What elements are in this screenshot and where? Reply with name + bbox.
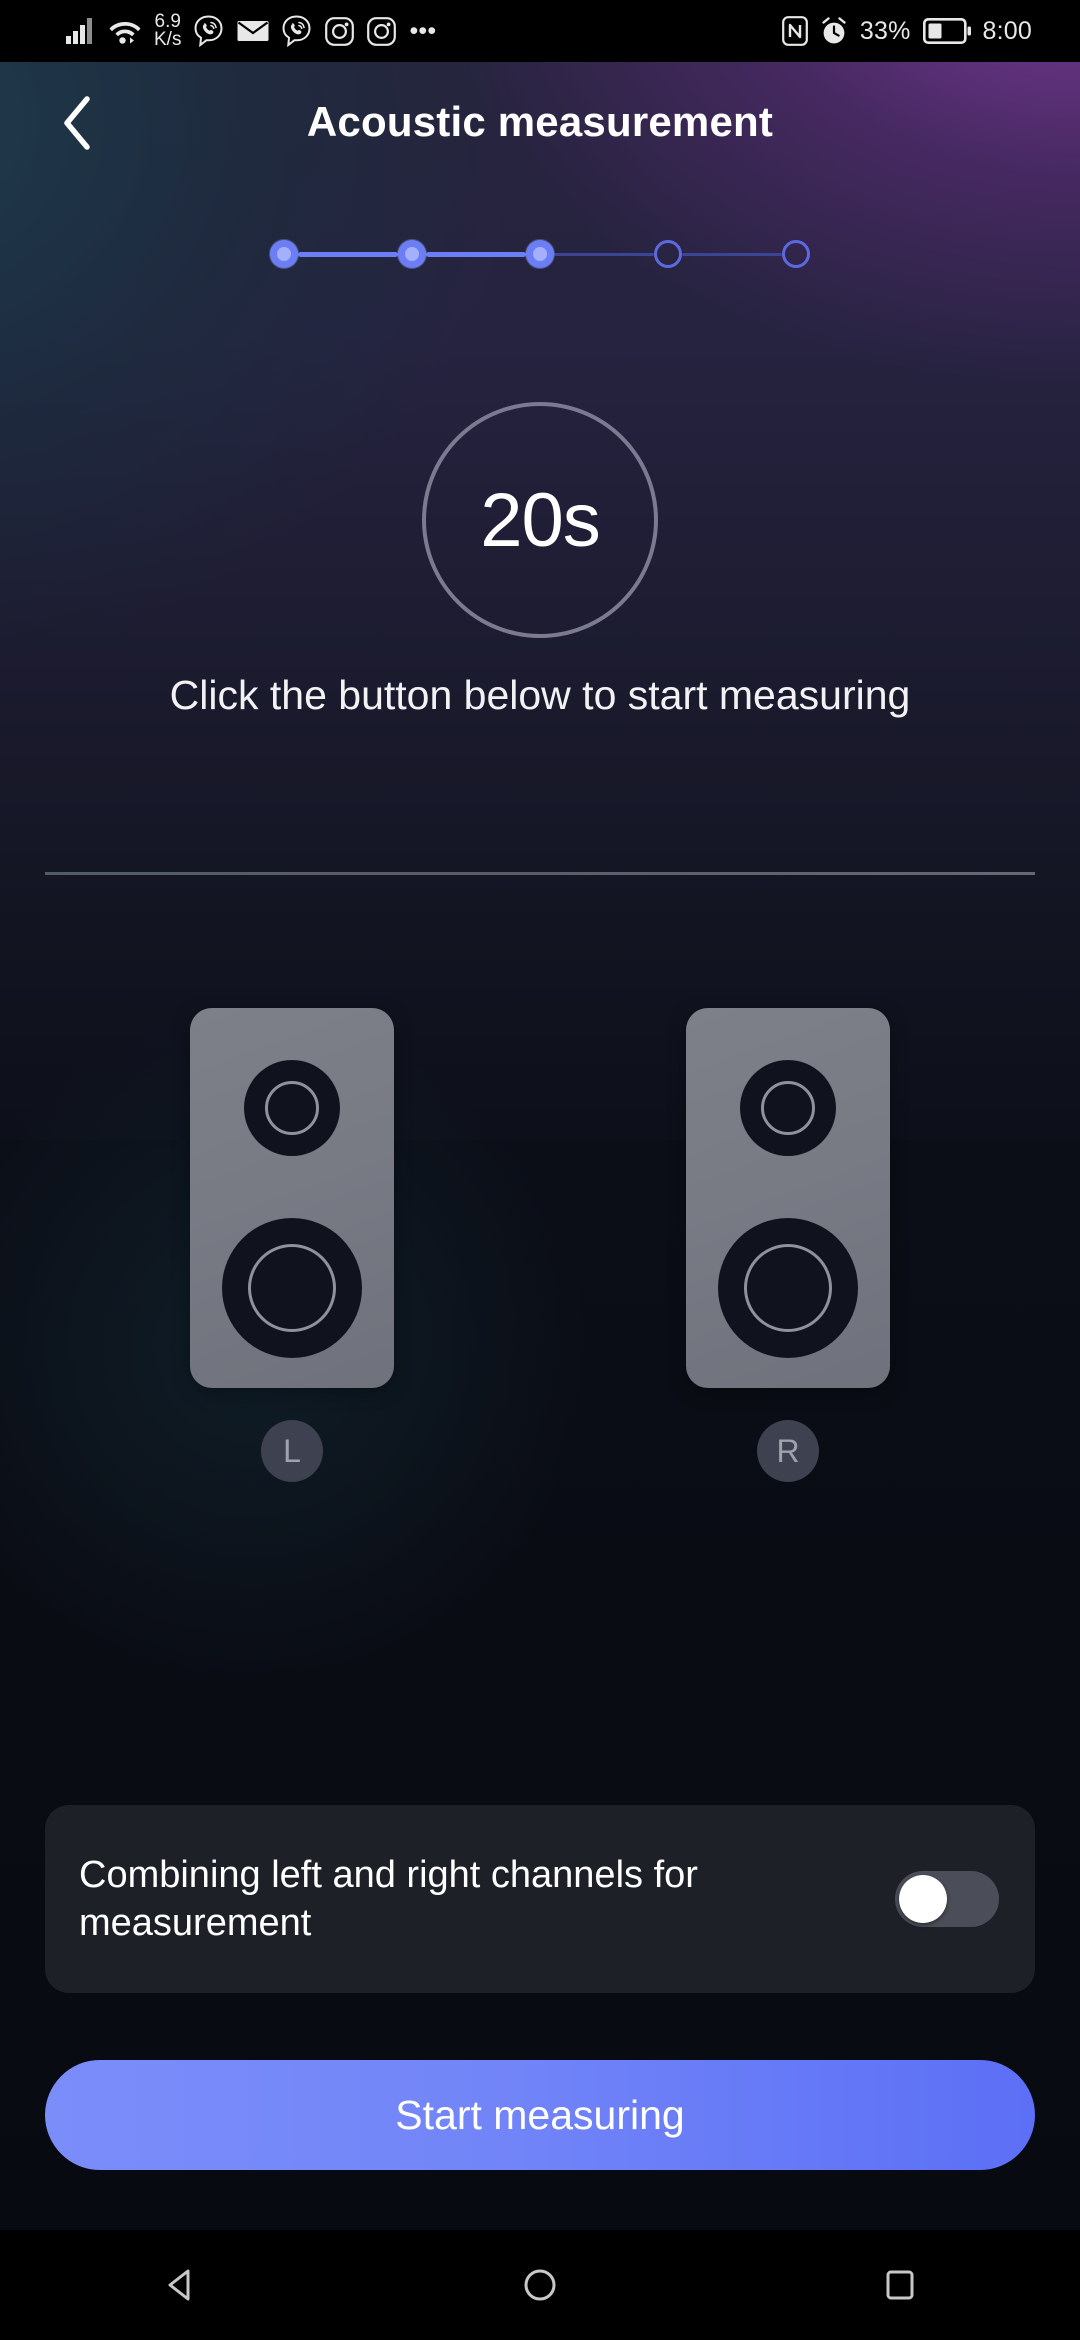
left-woofer-ring bbox=[248, 1244, 336, 1332]
step-dot-3[interactable] bbox=[526, 240, 554, 268]
battery-percent: 33% bbox=[859, 16, 911, 45]
left-speaker-woofer-icon bbox=[222, 1218, 362, 1358]
step-connector-1 bbox=[298, 251, 398, 257]
nav-recents-button[interactable] bbox=[830, 2230, 970, 2340]
status-bar-left: 6.9 K/s ••• bbox=[0, 12, 437, 50]
left-speaker[interactable]: L bbox=[142, 1008, 442, 1482]
right-speaker-cabinet bbox=[686, 1008, 890, 1388]
status-overflow-icon: ••• bbox=[409, 16, 437, 45]
mail-icon bbox=[237, 21, 269, 41]
step-progress-indicator bbox=[0, 222, 1080, 286]
combine-channels-card[interactable]: Combining left and right channels for me… bbox=[45, 1805, 1035, 1993]
nav-back-button[interactable] bbox=[110, 2230, 250, 2340]
nav-home-button[interactable] bbox=[470, 2230, 610, 2340]
page-title: Acoustic measurement bbox=[306, 98, 774, 145]
status-bar: 6.9 K/s ••• 33% 8:00 bbox=[0, 0, 1080, 62]
step-dot-4[interactable] bbox=[654, 240, 682, 268]
viber-icon bbox=[194, 15, 223, 47]
right-speaker-tweeter-icon bbox=[740, 1060, 836, 1156]
step-dot-2[interactable] bbox=[398, 240, 426, 268]
instagram-icon bbox=[367, 16, 397, 46]
right-tweeter-ring bbox=[761, 1081, 815, 1135]
nav-home-icon bbox=[524, 2269, 556, 2301]
toggle-knob bbox=[899, 1875, 947, 1923]
combine-channels-label: Combining left and right channels for me… bbox=[79, 1853, 698, 1944]
network-rate-unit: K/s bbox=[154, 29, 182, 50]
left-speaker-tweeter-icon bbox=[244, 1060, 340, 1156]
status-bar-right: 33% 8:00 bbox=[781, 16, 1080, 46]
network-rate: 6.9 K/s bbox=[154, 12, 182, 50]
battery-icon bbox=[922, 18, 971, 44]
right-speaker[interactable]: R bbox=[638, 1008, 938, 1482]
nav-recents-icon bbox=[886, 2270, 914, 2300]
nav-back-icon bbox=[168, 2269, 190, 2301]
status-clock: 8:00 bbox=[982, 16, 1032, 45]
left-tweeter-ring bbox=[265, 1081, 319, 1135]
section-divider bbox=[45, 872, 1035, 875]
system-navigation-bar bbox=[0, 2230, 1080, 2340]
left-channel-badge: L bbox=[261, 1420, 323, 1482]
step-dot-5[interactable] bbox=[782, 240, 810, 268]
step-connector-3 bbox=[554, 252, 654, 256]
signal-bars-icon bbox=[66, 18, 92, 44]
nfc-icon bbox=[781, 16, 808, 46]
instruction-text: Click the button below to start measurin… bbox=[169, 672, 911, 718]
right-woofer-ring bbox=[744, 1244, 832, 1332]
app-header: Acoustic measurement bbox=[0, 62, 1080, 182]
instagram-icon bbox=[325, 16, 355, 46]
right-channel-badge: R bbox=[757, 1420, 819, 1482]
timer-value: 20s bbox=[480, 477, 601, 563]
right-speaker-woofer-icon bbox=[718, 1218, 858, 1358]
app-screen: 6.9 K/s ••• 33% 8:00 Acoustic measuremen… bbox=[0, 0, 1080, 2340]
wifi-icon bbox=[109, 22, 141, 44]
start-measuring-button[interactable]: Start measuring bbox=[45, 2060, 1035, 2170]
viber-icon bbox=[282, 15, 311, 47]
countdown-timer: 20s bbox=[422, 402, 658, 638]
step-dot-1[interactable] bbox=[270, 240, 298, 268]
step-connector-2 bbox=[426, 251, 526, 257]
step-connector-4 bbox=[682, 252, 782, 256]
alarm-clock-icon bbox=[822, 17, 846, 44]
left-speaker-cabinet bbox=[190, 1008, 394, 1388]
speaker-illustration-row: L R bbox=[0, 1008, 1080, 1528]
combine-channels-toggle[interactable] bbox=[895, 1871, 999, 1927]
